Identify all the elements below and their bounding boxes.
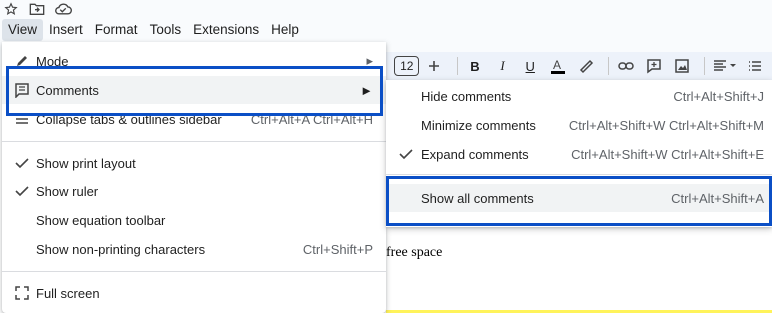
align-icon[interactable] [711, 54, 738, 78]
menu-item-collapse-sidebar[interactable]: Collapse tabs & outlines sidebar Ctrl+Al… [2, 105, 386, 133]
menu-item-label: Show equation toolbar [36, 212, 166, 228]
bold-icon[interactable]: B [464, 54, 486, 78]
add-comment-icon[interactable] [643, 54, 665, 78]
menu-item-show-print-layout[interactable]: Show print layout [2, 149, 386, 177]
submenu-item-expand-comments[interactable]: Expand comments Ctrl+Alt+Shift+W Ctrl+Al… [386, 140, 772, 168]
menu-item-show-non-printing[interactable]: Show non-printing characters Ctrl+Shift+… [2, 235, 386, 263]
link-icon[interactable] [615, 54, 637, 78]
menu-item-show-ruler[interactable]: Show ruler [2, 177, 386, 205]
toolbar-divider [608, 57, 610, 75]
toolbar-divider [704, 57, 706, 75]
menu-bar: View Insert Format Tools Extensions Help [2, 19, 305, 41]
menu-item-full-screen[interactable]: Full screen [2, 279, 386, 307]
menu-item-shortcut: Ctrl+Alt+Shift+J [673, 88, 764, 104]
comment-icon [14, 82, 30, 98]
submenu-item-hide-comments[interactable]: Hide comments Ctrl+Alt+Shift+J [386, 82, 772, 110]
font-size-input[interactable]: 12 [394, 56, 420, 76]
insert-image-icon[interactable] [671, 54, 693, 78]
menu-item-label: Full screen [36, 285, 100, 301]
submenu-arrow-icon: ► [360, 82, 373, 98]
text-color-icon[interactable]: A [547, 54, 569, 78]
menu-item-label: Hide comments [421, 88, 512, 104]
menu-help[interactable]: Help [265, 19, 305, 41]
check-icon [398, 146, 414, 162]
fullscreen-icon [14, 285, 30, 301]
comments-submenu: Hide comments Ctrl+Alt+Shift+J Minimize … [386, 80, 772, 227]
check-icon [14, 183, 30, 199]
menu-item-mode[interactable]: Mode ▸ [2, 47, 386, 75]
submenu-item-minimize-comments[interactable]: Minimize comments Ctrl+Alt+Shift+W Ctrl+… [386, 111, 772, 139]
submenu-arrow-icon: ▸ [366, 53, 373, 68]
menu-item-shortcut: Ctrl+Alt+A Ctrl+Alt+H [250, 111, 373, 127]
move-to-folder-icon[interactable] [26, 0, 48, 18]
menu-format[interactable]: Format [89, 19, 144, 41]
line-spacing-icon[interactable] [744, 54, 766, 78]
title-icons [0, 0, 74, 18]
menu-item-comments[interactable]: Comments ► [2, 76, 386, 104]
menu-item-label: Comments [36, 82, 99, 98]
menu-item-label: Collapse tabs & outlines sidebar [36, 111, 222, 127]
submenu-item-show-all-comments[interactable]: Show all comments Ctrl+Alt+Shift+A [386, 184, 772, 212]
menu-item-shortcut: Ctrl+Alt+Shift+W Ctrl+Alt+Shift+E [571, 146, 764, 162]
italic-icon[interactable]: I [492, 54, 514, 78]
menu-item-label: Expand comments [421, 146, 529, 162]
menu-divider [2, 271, 386, 272]
menu-item-show-equation-toolbar[interactable]: Show equation toolbar [2, 206, 386, 234]
increase-font-size-icon[interactable] [423, 54, 445, 78]
menu-insert[interactable]: Insert [43, 19, 89, 41]
underline-icon[interactable]: U [519, 54, 541, 78]
menu-item-label: Show all comments [421, 190, 534, 206]
menu-view[interactable]: View [2, 19, 44, 41]
formatting-toolbar: 12 B I U A [386, 52, 772, 80]
menu-item-shortcut: Ctrl+Alt+Shift+W Ctrl+Alt+Shift+M [568, 117, 764, 133]
star-icon[interactable] [0, 0, 22, 18]
document-text-fragment: free space [386, 245, 443, 260]
svg-text:A: A [553, 58, 561, 72]
highlight-color-icon[interactable] [575, 54, 597, 78]
pencil-icon [14, 53, 30, 69]
menu-item-label: Show print layout [36, 155, 136, 171]
menu-extensions[interactable]: Extensions [187, 19, 265, 41]
toolbar-divider [457, 57, 459, 75]
menu-item-label: Show non-printing characters [36, 241, 206, 257]
menu-item-label: Show ruler [36, 183, 99, 199]
menu-item-shortcut: Ctrl+Shift+P [302, 241, 373, 257]
menu-divider [2, 141, 386, 142]
menu-divider [386, 174, 772, 175]
menu-item-shortcut: Ctrl+Alt+Shift+A [671, 190, 764, 206]
check-icon [14, 155, 30, 171]
menu-item-label: Mode [36, 53, 69, 69]
list-icon [14, 111, 30, 127]
menu-item-label: Minimize comments [421, 117, 536, 133]
cloud-status-icon[interactable] [52, 0, 74, 18]
menu-tools[interactable]: Tools [144, 19, 188, 41]
view-menu: Mode ▸ Comments ► Collapse tabs & outlin… [2, 42, 386, 313]
